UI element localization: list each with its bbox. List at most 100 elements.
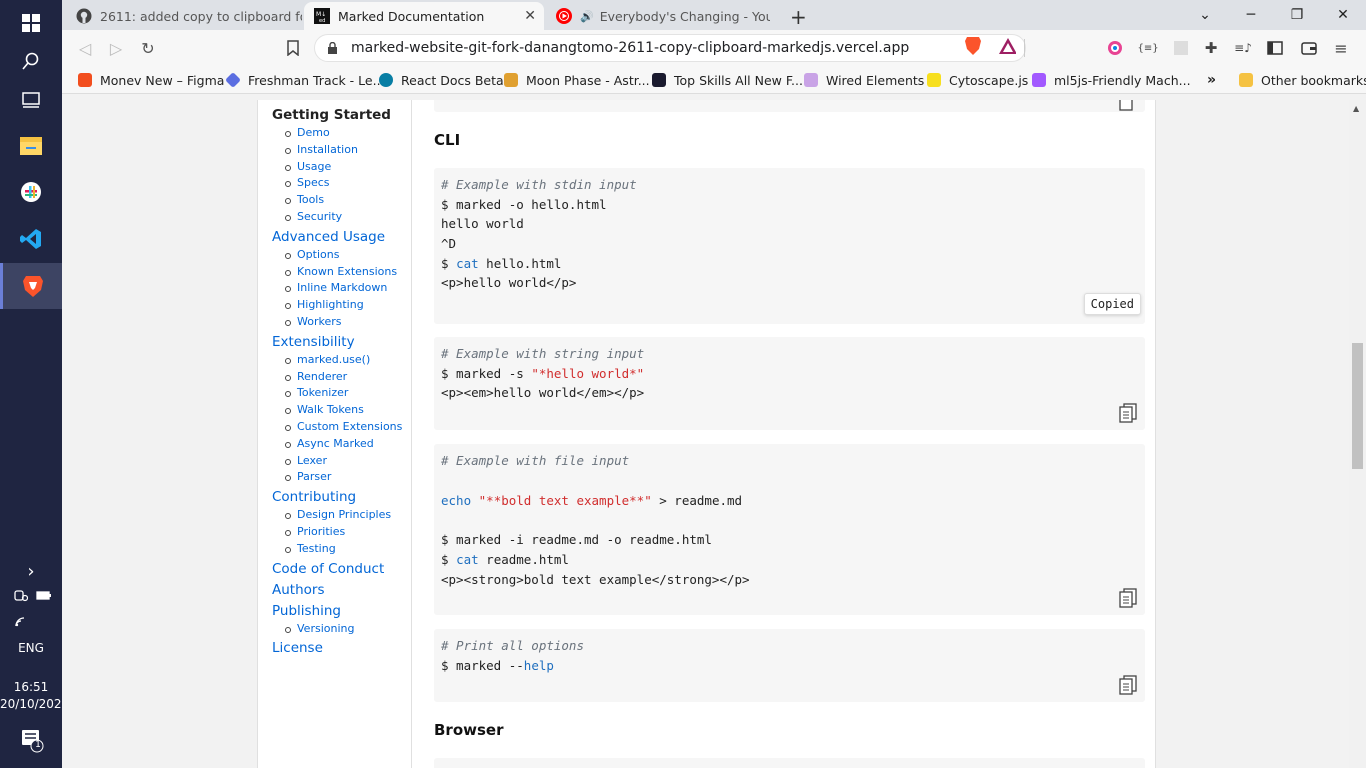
brave-button[interactable]	[0, 263, 62, 309]
bookmark-item[interactable]: Freshman Track - Le...	[225, 71, 385, 89]
nav-parser[interactable]: Parser	[284, 470, 331, 483]
scroll-up-arrow-icon[interactable]: ▲	[1353, 104, 1359, 113]
nav-design-principles[interactable]: Design Principles	[284, 508, 391, 521]
bookmark-item[interactable]: Monev New – Figma	[78, 71, 224, 89]
copy-icon[interactable]	[1119, 403, 1137, 423]
vscode-button[interactable]	[0, 216, 62, 262]
nav-license[interactable]: License	[272, 640, 323, 656]
address-bar[interactable]: marked-website-git-fork-danangtomo-2611-…	[314, 34, 1026, 62]
input-language[interactable]: ENG	[0, 641, 62, 655]
extension-json-viewer[interactable]: {≡}	[1137, 39, 1158, 57]
nav-versioning[interactable]: Versioning	[284, 622, 354, 635]
code-keyword: help	[523, 658, 554, 673]
bookmark-item[interactable]: Moon Phase - Astr...	[504, 71, 650, 89]
notification-center-button[interactable]: 1	[22, 730, 44, 758]
forward-button[interactable]: ▷	[105, 37, 127, 59]
nav-code-of-conduct[interactable]: Code of Conduct	[272, 561, 384, 577]
sidebar-toggle-button[interactable]	[1266, 39, 1284, 57]
code-block-file: # Example with file input echo "**bold t…	[434, 444, 1145, 615]
bookmark-item[interactable]: Wired Elements	[804, 71, 924, 89]
windows-taskbar: › ENG 16:51 20/10/2022 1	[0, 0, 69, 768]
main-menu-button[interactable]: ≡	[1332, 39, 1350, 58]
close-window-button[interactable]: ✕	[1320, 0, 1366, 30]
extensions-button[interactable]: ✚	[1202, 39, 1220, 57]
scrollbar-thumb[interactable]	[1352, 343, 1363, 469]
nav-authors[interactable]: Authors	[272, 582, 324, 598]
task-view-button[interactable]	[0, 76, 62, 122]
slack-button[interactable]	[0, 169, 62, 215]
bookmark-item[interactable]: React Docs Beta	[379, 71, 504, 89]
nav-custom-extensions[interactable]: Custom Extensions	[284, 420, 402, 433]
nav-security[interactable]: Security	[284, 210, 342, 223]
clock-date[interactable]: 20/10/2022	[0, 697, 69, 711]
page-scrollbar[interactable]: ▲	[1349, 100, 1366, 768]
wallet-button[interactable]	[1300, 39, 1318, 57]
more-bookmarks-button[interactable]: »	[1207, 71, 1216, 89]
restore-button[interactable]: ❐	[1274, 0, 1320, 30]
folder-icon	[20, 137, 42, 155]
nav-advanced-usage[interactable]: Advanced Usage	[272, 229, 385, 245]
nav-known-extensions[interactable]: Known Extensions	[284, 265, 397, 278]
media-controls-button[interactable]: ≡♪	[1234, 39, 1252, 57]
bookmark-item[interactable]: Top Skills All New F...	[652, 71, 803, 89]
nav-publishing[interactable]: Publishing	[272, 603, 341, 619]
extension-grayed[interactable]	[1172, 39, 1190, 57]
nav-lexer[interactable]: Lexer	[285, 454, 327, 467]
other-bookmarks-folder[interactable]: Other bookmarks	[1239, 71, 1366, 89]
bookmark-item[interactable]: ml5js-Friendly Mach...	[1032, 71, 1191, 89]
tab-label: Everybody's Changing - YouTube Music	[599, 8, 770, 24]
brave-shields-button[interactable]	[964, 37, 982, 55]
nav-tools[interactable]: Tools	[284, 193, 324, 206]
copy-icon[interactable]	[1119, 588, 1137, 608]
nav-async-marked[interactable]: Async Marked	[285, 437, 374, 450]
code-line: hello world	[441, 216, 524, 231]
tab-marked-documentation[interactable]: M↓ ed Marked Documentation ✕	[304, 2, 544, 30]
wifi-icon[interactable]	[14, 613, 30, 632]
bookmark-label: Freshman Track - Le...	[248, 72, 385, 88]
audio-playing-icon[interactable]: 🔊	[580, 10, 594, 23]
nav-installation[interactable]: Installation	[285, 143, 358, 156]
copy-icon[interactable]	[1119, 100, 1137, 112]
nav-priorities[interactable]: Priorities	[284, 525, 345, 538]
battery-icon[interactable]	[36, 588, 52, 602]
nav-renderer[interactable]: Renderer	[284, 370, 347, 383]
nav-workers[interactable]: Workers	[284, 315, 341, 328]
nav-extensibility[interactable]: Extensibility	[272, 334, 355, 350]
bookmark-item[interactable]: Cytoscape.js	[927, 71, 1028, 89]
docs-sidebar: Getting Started Demo Installation Usage …	[257, 100, 412, 768]
skills-icon	[652, 73, 666, 87]
tab-github-pr[interactable]: 2611: added copy to clipboard for each c…	[66, 2, 302, 30]
new-tab-button[interactable]: +	[790, 5, 807, 29]
tab-youtube-music[interactable]: 🔊 Everybody's Changing - YouTube Music	[546, 2, 782, 30]
code-keyword: cat	[456, 552, 479, 567]
nav-contributing[interactable]: Contributing	[272, 489, 356, 505]
tab-close-icon[interactable]: ✕	[524, 8, 536, 24]
nav-tokenizer[interactable]: Tokenizer	[284, 386, 348, 399]
nav-highlighting[interactable]: Highlighting	[285, 298, 364, 311]
task-view-icon	[22, 92, 40, 108]
code-text: $ marked --	[441, 658, 524, 673]
minimize-button[interactable]: ─	[1228, 0, 1274, 30]
code-comment: # Example with string input	[441, 346, 645, 361]
tab-search-button[interactable]: ⌄	[1182, 0, 1228, 30]
nav-inline-markdown[interactable]: Inline Markdown	[284, 281, 387, 294]
show-hidden-icons-button[interactable]: ›	[0, 549, 62, 593]
nav-getting-started[interactable]: Getting Started	[272, 107, 391, 123]
copy-icon[interactable]	[1119, 675, 1137, 695]
clock-time[interactable]: 16:51	[0, 680, 62, 694]
file-explorer-button[interactable]	[0, 122, 62, 168]
brave-rewards-button[interactable]	[998, 37, 1016, 55]
reload-button[interactable]: ↻	[137, 37, 159, 59]
extension-colorzilla[interactable]	[1106, 39, 1124, 57]
back-button[interactable]: ◁	[74, 37, 96, 59]
search-icon	[22, 52, 39, 70]
bookmark-button[interactable]	[282, 37, 304, 59]
nav-testing[interactable]: Testing	[285, 542, 336, 555]
nav-demo[interactable]: Demo	[285, 126, 330, 139]
nav-options[interactable]: Options	[284, 248, 339, 261]
nav-walk-tokens[interactable]: Walk Tokens	[285, 403, 364, 416]
nav-usage[interactable]: Usage	[284, 160, 331, 173]
nav-specs[interactable]: Specs	[285, 176, 330, 189]
meet-now-icon[interactable]	[14, 588, 28, 602]
nav-marked-use[interactable]: marked.use()	[284, 353, 370, 366]
